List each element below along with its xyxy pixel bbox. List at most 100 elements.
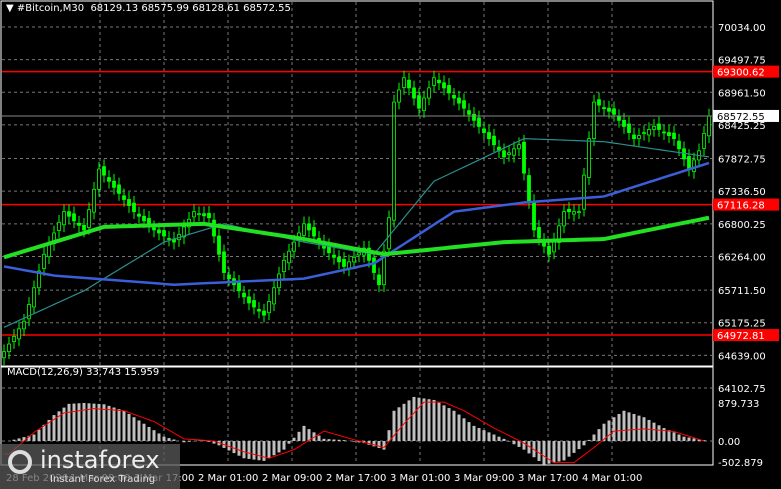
candle: [527, 175, 531, 202]
macd-bar: [587, 439, 591, 441]
macd-bar: [692, 438, 696, 441]
macd-bar: [277, 441, 281, 453]
candle: [132, 202, 136, 213]
macd-bar: [687, 437, 691, 441]
macd-bar: [127, 414, 131, 441]
candle: [357, 252, 361, 256]
candle: [537, 227, 541, 239]
macd-bar: [267, 441, 271, 459]
candle: [112, 180, 116, 188]
y-tick-label: 67336.50: [718, 187, 766, 198]
candle: [447, 85, 451, 94]
x-tick-label: 3 Mar 09:00: [454, 473, 514, 484]
macd-bar: [182, 441, 186, 443]
macd-bar: [247, 441, 251, 459]
candle: [197, 213, 201, 216]
candle: [517, 144, 521, 150]
candle: [577, 211, 581, 214]
candle: [677, 140, 681, 150]
candle: [217, 235, 221, 255]
macd-bar: [627, 412, 631, 441]
candle: [332, 254, 336, 258]
macd-bar: [17, 438, 21, 441]
candle: [222, 251, 226, 273]
macd-bar: [322, 438, 326, 441]
candle: [522, 141, 526, 174]
candle: [572, 211, 576, 215]
macd-bar: [242, 441, 246, 459]
macd-bar: [427, 399, 431, 441]
chart-window: 70034.00 69497.75 68961.50 68425.25 67872.75…: [0, 0, 781, 489]
macd-bar: [332, 439, 336, 441]
candle: [622, 119, 626, 127]
candle: [592, 101, 596, 140]
macd-bar: [397, 407, 401, 441]
candle: [62, 211, 66, 226]
macd-bar: [417, 397, 421, 441]
macd-bar: [462, 418, 466, 441]
candle: [437, 79, 441, 84]
macd-bar: [497, 436, 501, 441]
macd-bar: [77, 403, 81, 441]
candle: [432, 77, 436, 86]
macd-bar: [437, 402, 441, 441]
ohlc-values: 68129.13 68575.99 68128.61 68572.55: [90, 3, 291, 14]
macd-bar: [457, 414, 461, 441]
candle: [72, 213, 76, 222]
macd-bar: [342, 440, 346, 441]
candle: [257, 309, 261, 312]
candle: [247, 296, 251, 304]
macd-bar: [237, 441, 241, 456]
macd-bar: [262, 441, 266, 461]
candle: [12, 336, 16, 343]
macd-bar: [297, 431, 301, 441]
chart-canvas[interactable]: 70034.0069497.7568961.5068425.2567872.75…: [0, 0, 781, 489]
candle: [292, 241, 296, 252]
candle: [7, 343, 11, 353]
x-tick-label: 2 Mar 01:00: [198, 473, 258, 484]
macd-bar: [672, 432, 676, 441]
candle: [532, 201, 536, 231]
macd-bar: [632, 414, 636, 441]
candle: [567, 208, 571, 213]
macd-bar: [452, 410, 456, 441]
macd-bar: [42, 424, 46, 441]
macd-bar: [232, 441, 236, 454]
macd-bar: [617, 414, 621, 441]
macd-bar: [282, 441, 286, 450]
candle: [427, 87, 431, 99]
candle: [77, 222, 81, 226]
candle: [502, 150, 506, 158]
candle: [342, 259, 346, 267]
candle: [307, 223, 311, 231]
candle: [512, 148, 516, 156]
macd-bar: [577, 441, 581, 450]
macd-bar: [557, 441, 561, 462]
candle: [167, 238, 171, 240]
candle: [627, 123, 631, 133]
candle: [377, 274, 381, 286]
candle: [392, 101, 396, 221]
candle: [97, 168, 101, 190]
macd-bar: [447, 408, 451, 441]
macd-bar: [117, 409, 121, 441]
candle: [602, 107, 606, 109]
macd-bar: [477, 428, 481, 441]
candle: [117, 184, 121, 194]
macd-bar: [82, 402, 86, 441]
macd-bar: [162, 436, 166, 441]
macd-bar: [67, 403, 71, 441]
candle: [482, 128, 486, 133]
candle: [22, 320, 26, 330]
price-level-label: 69300.62: [717, 68, 765, 79]
candle: [202, 213, 206, 217]
candle: [212, 219, 216, 237]
candle: [282, 259, 286, 273]
macd-bar: [507, 441, 511, 442]
macd-tick-label: -502.879: [718, 458, 763, 469]
macd-bar: [537, 441, 541, 461]
chart-header: ▼ #Bitcoin,M30 68129.13 68575.99 68128.6…: [6, 3, 291, 14]
x-tick-label: 2 Mar 09:00: [262, 473, 322, 484]
y-tick-label: 64102.75: [718, 384, 766, 395]
macd-bar: [597, 429, 601, 441]
